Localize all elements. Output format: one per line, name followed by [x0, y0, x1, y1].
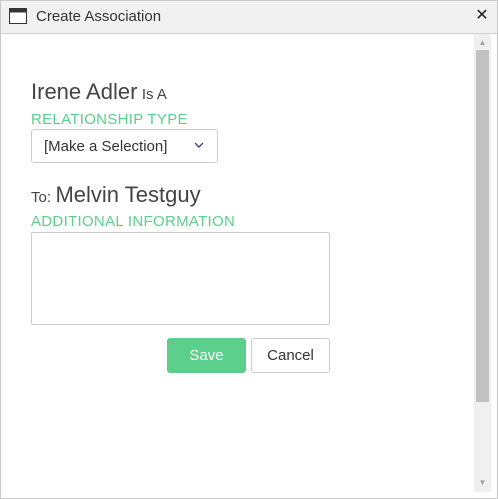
to-text: To:	[31, 189, 52, 206]
additional-information-label: ADDITIONAL INFORMATION	[31, 213, 236, 230]
window-icon	[9, 8, 27, 24]
dialog-title: Create Association	[36, 8, 162, 25]
source-line: Irene Adler Is A	[31, 79, 167, 105]
relationship-type-label: RELATIONSHIP TYPE	[31, 111, 188, 128]
title-bar[interactable]: Create Association ✕	[1, 1, 497, 34]
close-icon: ✕	[475, 7, 489, 24]
relationship-type-value: [Make a Selection]	[44, 138, 168, 155]
scroll-thumb[interactable]	[476, 50, 489, 402]
cancel-button[interactable]: Cancel	[251, 338, 330, 373]
target-line: To: Melvin Testguy	[31, 182, 201, 208]
save-button[interactable]: Save	[167, 338, 246, 373]
chevron-down-icon	[194, 142, 204, 148]
additional-information-input[interactable]	[31, 232, 330, 325]
scroll-down-arrow-icon[interactable]: ▼	[474, 476, 491, 490]
target-name: Melvin Testguy	[55, 182, 201, 207]
scroll-up-arrow-icon[interactable]: ▲	[474, 36, 491, 50]
relationship-type-select[interactable]: [Make a Selection]	[31, 129, 218, 163]
create-association-dialog: Create Association ✕ ▲ ▼ Irene Adler Is …	[0, 0, 498, 499]
is-a-text: Is A	[141, 86, 167, 103]
source-name: Irene Adler	[31, 79, 138, 104]
close-button[interactable]: ✕	[473, 6, 491, 26]
vertical-scrollbar[interactable]: ▲ ▼	[474, 34, 491, 492]
